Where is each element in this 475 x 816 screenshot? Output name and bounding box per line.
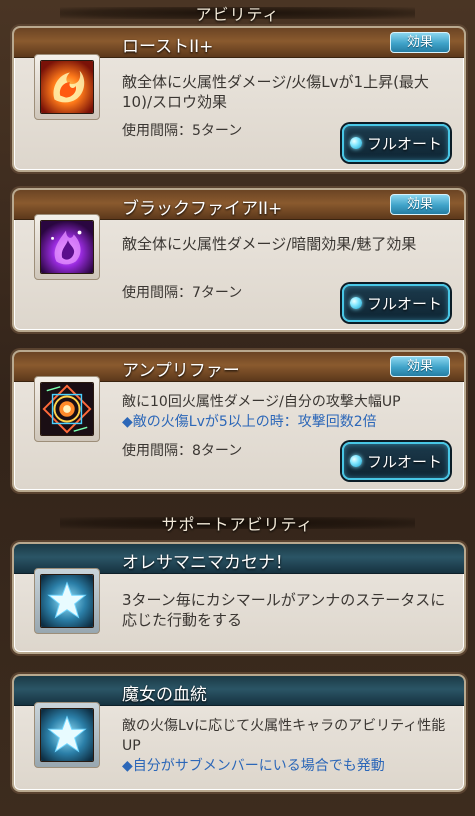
ability-cooldown: 使用間隔：8ターン — [122, 443, 243, 459]
support-ability-description: 3ターン毎にカシマールがアンナのステータスに応じた行動をする — [122, 591, 446, 629]
support-icon-frame — [34, 568, 100, 634]
support-ability-name: 魔女の血統 — [122, 685, 207, 705]
ability-name: ローストII+ — [122, 37, 214, 57]
support-icon-frame — [34, 702, 100, 768]
support-ability-description: 敵の火傷Lvに応じて火属性キャラのアビリティ性能UP ◆自分がサブメンバーにいる… — [122, 718, 446, 774]
support-ability-card-1[interactable]: オレサマニマカセナ！ 3ターン毎にカシマールがアンナのステータスに応じた行動をす… — [12, 542, 466, 654]
star-icon — [40, 708, 94, 762]
full-auto-button[interactable]: フルオート — [342, 284, 450, 322]
ability-icon-frame — [34, 214, 100, 280]
status-dot-icon — [349, 297, 362, 309]
ability-card-1[interactable]: ローストII+ 効果 敵全体に火属性ダメージ/火傷Lvが1上昇(最大10)/スロ… — [12, 26, 466, 172]
support-ability-card-2[interactable]: 魔女の血統 敵の火傷Lvに応じて火属性キャラのアビリティ性能UP ◆自分がサブメ… — [12, 674, 466, 792]
ability-note: ◆敵の火傷Lvが5以上の時：攻撃回数2倍 — [122, 414, 377, 430]
ability-name: アンプリファー — [122, 361, 240, 381]
magic-circle-icon — [40, 382, 94, 436]
ability-cooldown: 使用間隔：7ターン — [122, 285, 243, 301]
ability-description: 敵に10回火属性ダメージ/自分の攻撃大幅UP ◆敵の火傷Lvが5以上の時：攻撃回… — [122, 392, 446, 432]
ability-icon-frame — [34, 376, 100, 442]
abilities-section-title: アビリティ — [195, 5, 280, 24]
ability-icon-frame — [34, 54, 100, 120]
star-icon — [40, 574, 94, 628]
purple-flame-icon — [40, 220, 94, 274]
support-ability-note: ◆自分がサブメンバーにいる場合でも発動 — [122, 758, 385, 774]
ability-card-3[interactable]: アンプリファー 効果 敵に10回火属性ダメージ/自分の攻撃大幅UP ◆敵の火傷L… — [12, 350, 466, 492]
support-section-header: サポートアビリティ — [0, 510, 475, 536]
ability-description: 敵全体に火属性ダメージ/暗闇効果/魅了効果 — [122, 235, 417, 253]
ability-name: ブラックファイアII+ — [122, 199, 283, 219]
fire-swirl-icon — [40, 60, 94, 114]
ability-card-2[interactable]: ブラックファイアII+ 効果 敵全体に火属性ダメージ/暗闇効果/魅了効果 使用間 — [12, 188, 466, 332]
support-ability-name: オレサマニマカセナ！ — [122, 553, 292, 573]
full-auto-button[interactable]: フルオート — [342, 124, 450, 162]
ability-description: 敵全体に火属性ダメージ/火傷Lvが1上昇(最大10)/スロウ効果 — [122, 73, 429, 111]
full-auto-button[interactable]: フルオート — [342, 442, 450, 480]
abilities-section-header: アビリティ — [0, 0, 475, 26]
effect-badge[interactable]: 効果 — [390, 356, 450, 377]
status-dot-icon — [349, 455, 362, 467]
status-dot-icon — [349, 137, 362, 149]
ability-cooldown: 使用間隔：5ターン — [122, 123, 243, 139]
effect-badge[interactable]: 効果 — [390, 32, 450, 53]
support-section-title: サポートアビリティ — [161, 515, 314, 534]
effect-badge[interactable]: 効果 — [390, 194, 450, 215]
